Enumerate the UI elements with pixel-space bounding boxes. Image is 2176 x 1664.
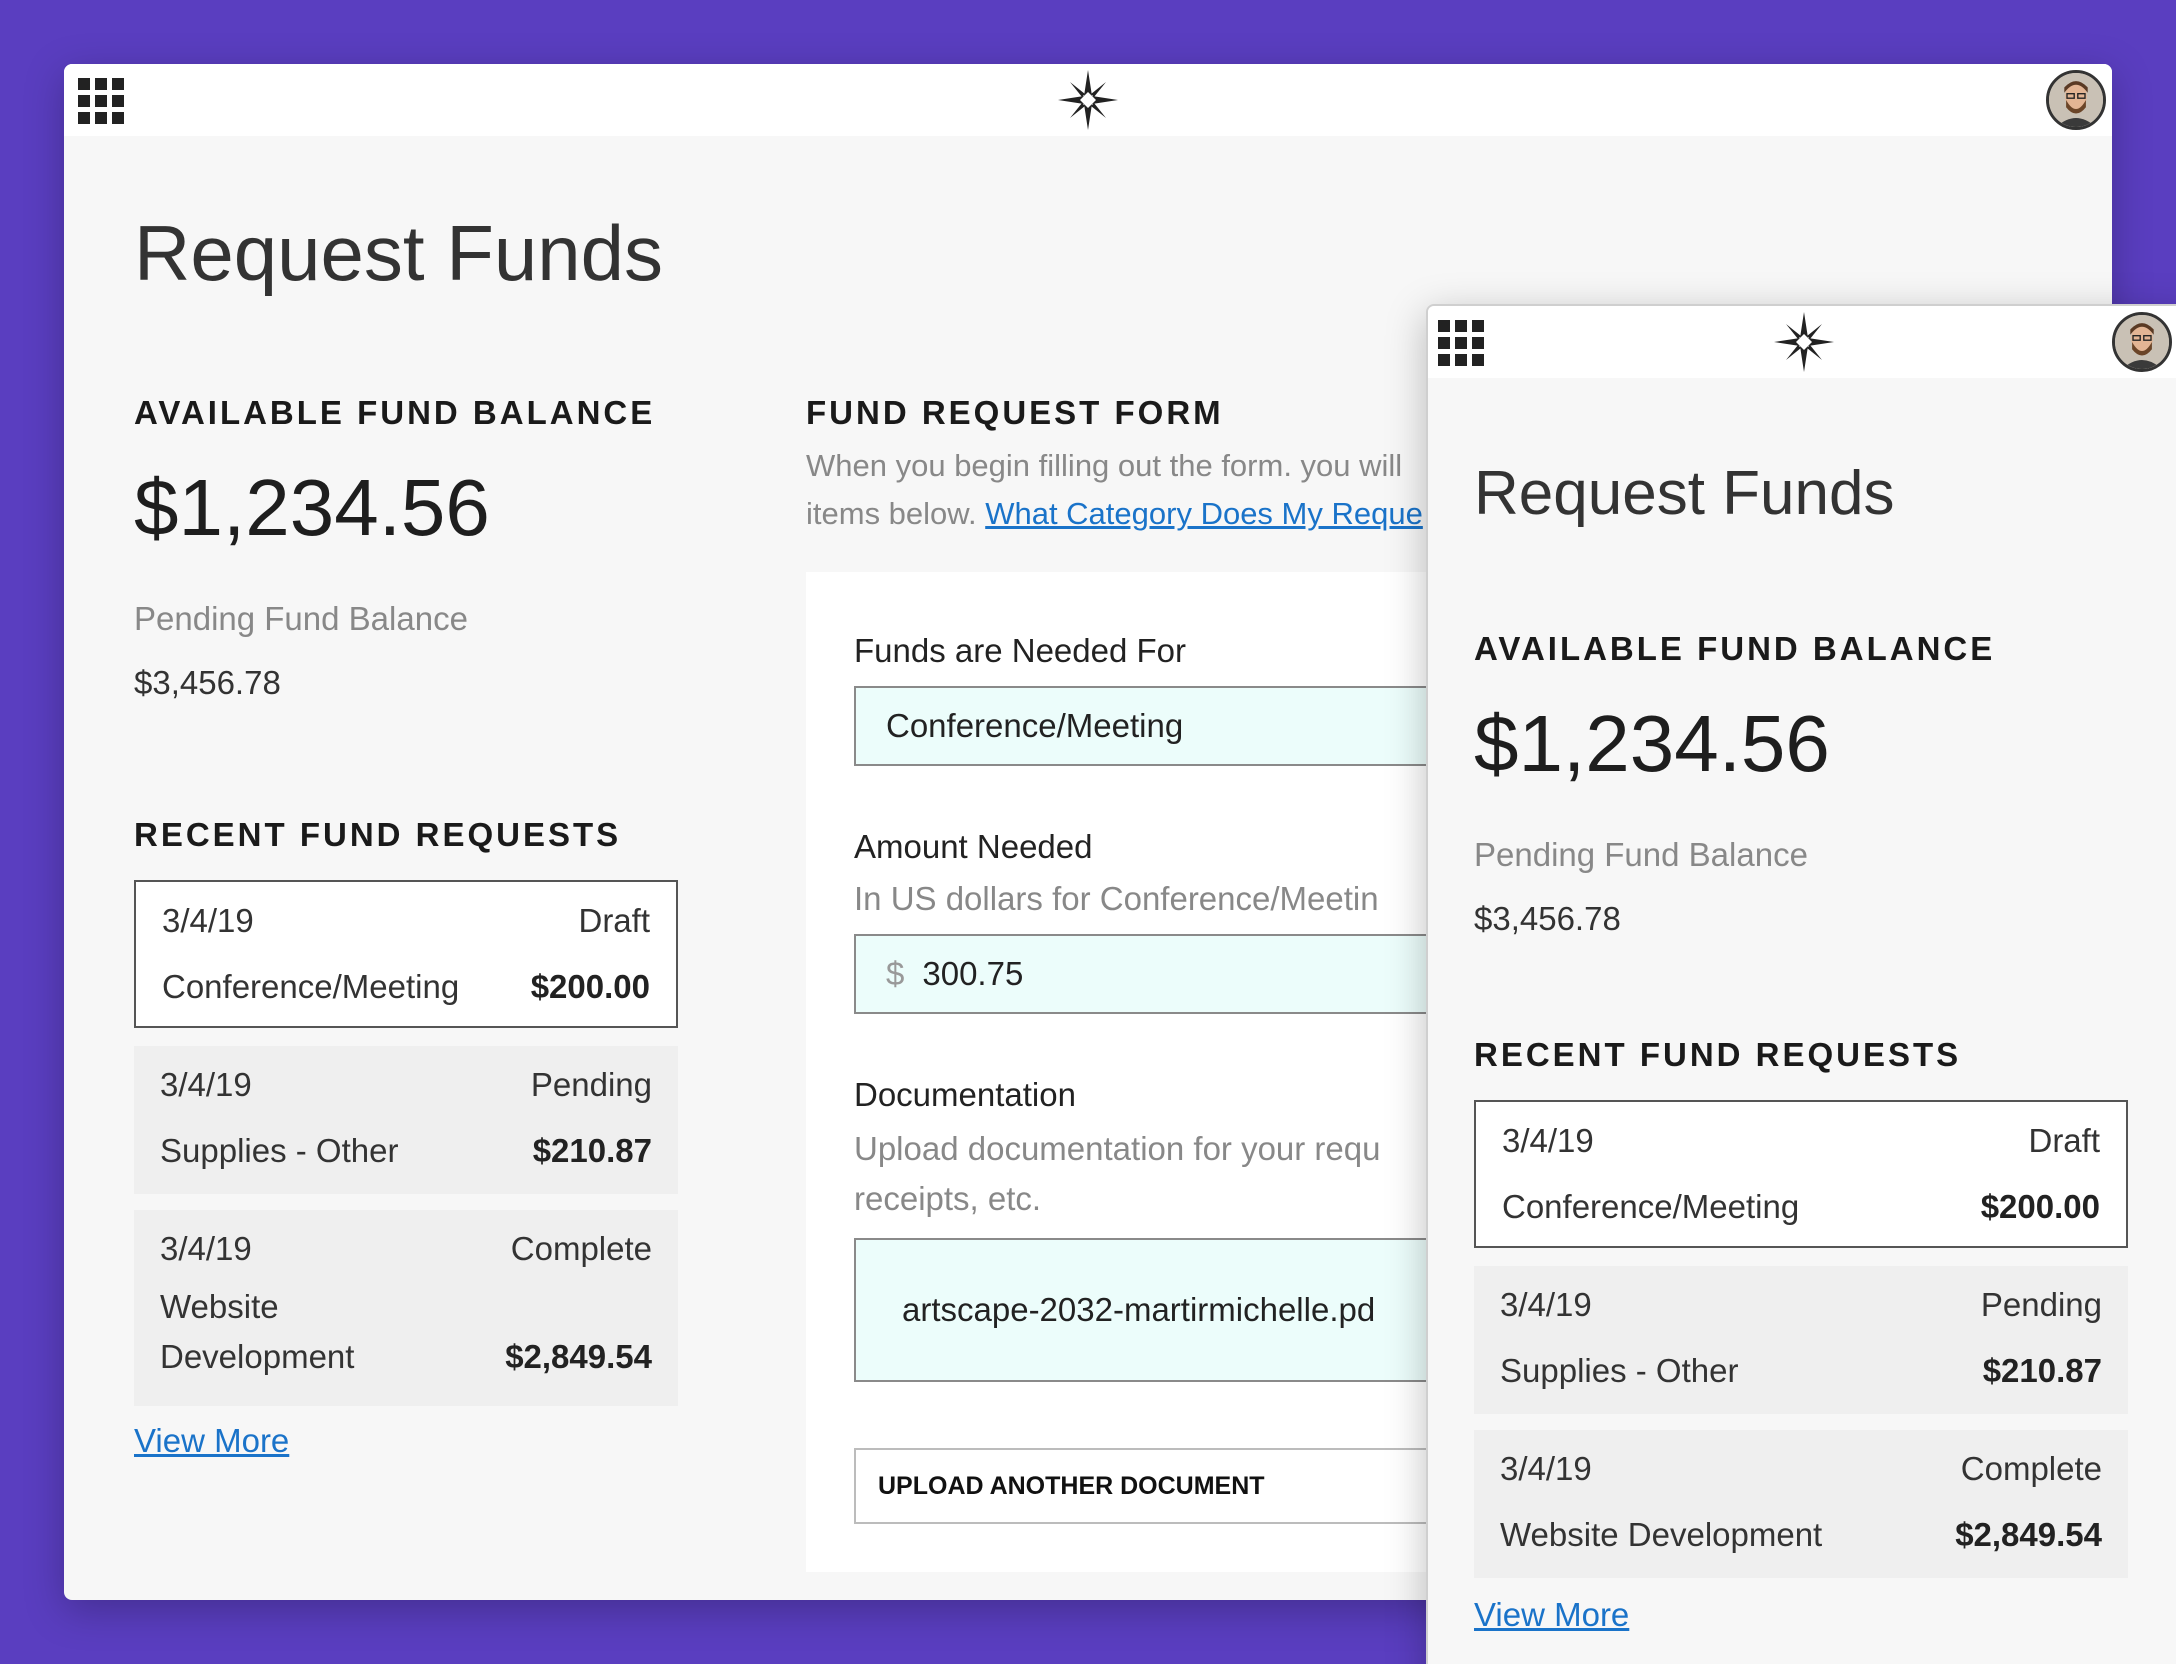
- request-date: 3/4/19: [1500, 1286, 1592, 1323]
- funds-for-value: Conference/Meeting: [886, 707, 1184, 744]
- available-balance-amount: $1,234.56: [134, 463, 490, 552]
- funds-for-label: Funds are Needed For: [854, 632, 1187, 669]
- page-title: Request Funds: [1474, 459, 1895, 528]
- request-status: Draft: [2028, 1122, 2100, 1159]
- request-amount: $2,849.54: [505, 1338, 652, 1375]
- request-amount: $210.87: [532, 1132, 652, 1169]
- apps-grid-icon[interactable]: [78, 78, 124, 124]
- request-status: Complete: [1960, 1450, 2102, 1487]
- pending-balance-label: Pending Fund Balance: [1474, 836, 1808, 873]
- request-status: Pending: [1980, 1286, 2102, 1323]
- pending-balance-amount: $3,456.78: [1474, 900, 1621, 937]
- form-intro-line2: items below. What Category Does My Reque: [806, 496, 1423, 532]
- request-category: Conference/Meeting: [1502, 1188, 1800, 1225]
- top-bar: [64, 64, 2112, 136]
- request-category: Supplies - Other: [160, 1132, 399, 1169]
- user-avatar[interactable]: [2046, 70, 2106, 130]
- document-file-box[interactable]: artscape-2032-martirmichelle.pd: [854, 1238, 1514, 1382]
- apps-grid-icon[interactable]: [1438, 320, 1484, 366]
- documentation-label: Documentation: [854, 1076, 1076, 1113]
- upload-another-button[interactable]: UPLOAD ANOTHER DOCUMENT: [854, 1448, 1514, 1524]
- pending-balance-label: Pending Fund Balance: [134, 600, 468, 637]
- upload-button-label: UPLOAD ANOTHER DOCUMENT: [878, 1471, 1265, 1500]
- request-status: Draft: [578, 902, 650, 939]
- request-status: Pending: [530, 1066, 652, 1103]
- request-category: Conference/Meeting: [162, 968, 460, 1005]
- available-balance-amount: $1,234.56: [1474, 699, 1830, 788]
- request-card[interactable]: 3/4/19 Complete Website Development $2,8…: [1474, 1430, 2128, 1578]
- recent-requests-heading: RECENT FUND REQUESTS: [1474, 1036, 1962, 1073]
- category-help-link[interactable]: What Category Does My Reque: [985, 496, 1423, 531]
- compass-star-logo-icon[interactable]: [1056, 68, 1120, 132]
- request-category: Supplies - Other: [1500, 1352, 1739, 1389]
- form-intro-text: items below.: [806, 496, 977, 531]
- view-more-link[interactable]: View More: [1474, 1596, 1629, 1634]
- documentation-help-line1: Upload documentation for your requ: [854, 1130, 1381, 1167]
- request-card[interactable]: 3/4/19 Complete Website Development $2,8…: [134, 1210, 678, 1406]
- available-balance-heading: AVAILABLE FUND BALANCE: [134, 394, 656, 431]
- document-filename: artscape-2032-martirmichelle.pd: [902, 1291, 1376, 1328]
- view-more-link[interactable]: View More: [134, 1422, 289, 1460]
- request-date: 3/4/19: [160, 1066, 252, 1103]
- mobile-top-bar: [1428, 306, 2176, 378]
- pending-balance-amount: $3,456.78: [134, 664, 281, 701]
- amount-value: 300.75: [922, 955, 1024, 992]
- recent-requests-heading: RECENT FUND REQUESTS: [134, 816, 622, 853]
- request-date: 3/4/19: [160, 1230, 252, 1267]
- request-date: 3/4/19: [1502, 1122, 1594, 1159]
- amount-label: Amount Needed: [854, 828, 1093, 865]
- dollar-prefix: $: [886, 955, 905, 992]
- amount-input[interactable]: $ 300.75: [854, 934, 1514, 1014]
- request-category: Website Development: [1500, 1516, 1823, 1553]
- page-title: Request Funds: [134, 209, 663, 297]
- request-amount: $200.00: [1980, 1188, 2100, 1225]
- compass-star-logo-icon[interactable]: [1772, 310, 1836, 374]
- request-date: 3/4/19: [162, 902, 254, 939]
- amount-help: In US dollars for Conference/Meetin: [854, 880, 1379, 917]
- available-balance-heading: AVAILABLE FUND BALANCE: [1474, 630, 1996, 667]
- form-heading: FUND REQUEST FORM: [806, 394, 1224, 431]
- request-status: Complete: [510, 1230, 652, 1267]
- request-category-line2: Development: [160, 1338, 355, 1375]
- request-card[interactable]: 3/4/19 Pending Supplies - Other $210.87: [1474, 1266, 2128, 1414]
- documentation-help-line2: receipts, etc.: [854, 1180, 1042, 1217]
- funds-for-select[interactable]: Conference/Meeting: [854, 686, 1514, 766]
- request-amount: $210.87: [1982, 1352, 2102, 1389]
- user-avatar[interactable]: [2112, 312, 2172, 372]
- form-intro-line1: When you begin filling out the form. you…: [806, 448, 1403, 483]
- request-date: 3/4/19: [1500, 1450, 1592, 1487]
- request-card[interactable]: 3/4/19 Pending Supplies - Other $210.87: [134, 1046, 678, 1194]
- request-amount: $200.00: [530, 968, 650, 1005]
- form-card: Funds are Needed For Conference/Meeting …: [806, 572, 1514, 1572]
- request-amount: $2,849.54: [1955, 1516, 2102, 1553]
- request-category-line1: Website: [160, 1288, 279, 1325]
- request-card[interactable]: 3/4/19 Draft Conference/Meeting $200.00: [134, 880, 678, 1028]
- request-card[interactable]: 3/4/19 Draft Conference/Meeting $200.00: [1474, 1100, 2128, 1248]
- mobile-window: Request Funds AVAILABLE FUND BALANCE $1,…: [1426, 304, 2176, 1664]
